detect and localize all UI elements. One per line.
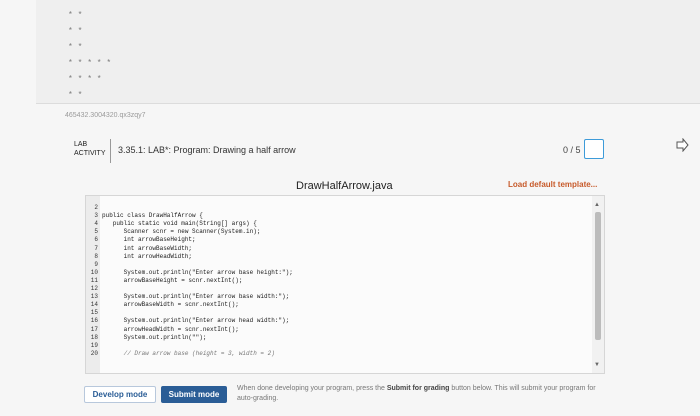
- code-line: int arrowHeadWidth;: [102, 252, 193, 260]
- line-number: 18: [90, 333, 98, 341]
- lab-label-line2: ACTIVITY: [74, 150, 106, 157]
- lab-activity-label: LAB ACTIVITY: [74, 140, 106, 158]
- mouse-cursor-icon: [676, 138, 689, 152]
- code-line: int arrowBaseWidth;: [102, 244, 193, 252]
- submit-help-text: When done developing your program, press…: [237, 384, 597, 404]
- scrollbar-thumb[interactable]: [595, 212, 601, 340]
- code-line: public class DrawHalfArrow {: [102, 212, 203, 220]
- score: 0 / 5: [563, 145, 581, 155]
- previous-output-line: * *: [68, 11, 83, 20]
- line-number: 12: [90, 285, 98, 292]
- code-line: arrowBaseHeight = scnr.nextInt();: [102, 276, 243, 284]
- line-number: 9: [94, 260, 98, 268]
- score-checkbox[interactable]: [584, 139, 604, 159]
- line-number: 15: [90, 309, 98, 317]
- lab-title: 3.35.1: LAB*: Program: Drawing a half ar…: [118, 145, 296, 155]
- code-line: // Draw arrow base (height = 3, width = …: [102, 349, 275, 357]
- code-line: System.out.println("Enter arrow base hei…: [102, 268, 293, 276]
- line-number: 8: [94, 252, 98, 260]
- previous-output-line: * * * *: [68, 75, 102, 84]
- previous-output-line: * *: [68, 43, 83, 52]
- code-line: int arrowBaseHeight;: [102, 236, 196, 244]
- line-number: 17: [90, 325, 98, 333]
- code-line: public static void main(String[] args) {: [102, 220, 257, 228]
- line-number: 11: [90, 276, 98, 284]
- scroll-up-icon[interactable]: ▲: [594, 202, 600, 208]
- previous-output-line: * * * * *: [68, 59, 112, 68]
- code-line: System.out.println("");: [102, 333, 207, 341]
- editor-scrollbar[interactable]: ▲ ▼: [592, 196, 604, 373]
- line-number: 4: [94, 220, 98, 228]
- file-name: DrawHalfArrow.java: [296, 180, 393, 192]
- previous-output-line: * *: [68, 27, 83, 36]
- line-number: 13: [90, 293, 98, 301]
- code-line: System.out.println("Enter arrow base wid…: [102, 293, 290, 301]
- code-line: System.out.println("Enter arrow head wid…: [102, 317, 290, 325]
- line-number: 19: [90, 341, 98, 349]
- submit-mode-button[interactable]: Submit mode: [161, 386, 227, 403]
- line-number: 7: [94, 244, 98, 252]
- code-line: arrowBaseWidth = scnr.nextInt();: [102, 301, 239, 309]
- line-number: 10: [90, 268, 98, 276]
- previous-output-panel: [36, 0, 700, 104]
- breadcrumb: 465432.3004320.qx3zqy7: [65, 112, 146, 119]
- develop-mode-button[interactable]: Develop mode: [84, 386, 156, 403]
- code-editor[interactable]: 2 3 public class DrawHalfArrow { 4 public s…: [85, 195, 605, 374]
- code-line: arrowHeadWidth = scnr.nextInt();: [102, 325, 239, 333]
- scroll-down-icon[interactable]: ▼: [594, 362, 600, 368]
- line-number: 5: [94, 228, 98, 236]
- line-number: 6: [94, 236, 98, 244]
- lab-header: LAB ACTIVITY 3.35.1: LAB*: Program: Draw…: [64, 136, 614, 166]
- line-number: 14: [90, 301, 98, 309]
- lab-label-line1: LAB: [74, 141, 88, 148]
- lab-divider: [110, 139, 111, 163]
- line-number: 2: [94, 204, 98, 211]
- line-number: 20: [90, 349, 98, 357]
- help-text-bold: Submit for grading: [386, 385, 450, 392]
- previous-output-line: * *: [68, 91, 83, 100]
- line-number: 16: [90, 317, 98, 325]
- line-number: 3: [94, 212, 98, 220]
- help-text-before: When done developing your program, press…: [237, 385, 387, 392]
- load-default-template-link[interactable]: Load default template...: [508, 180, 597, 189]
- code-line: Scanner scnr = new Scanner(System.in);: [102, 228, 261, 236]
